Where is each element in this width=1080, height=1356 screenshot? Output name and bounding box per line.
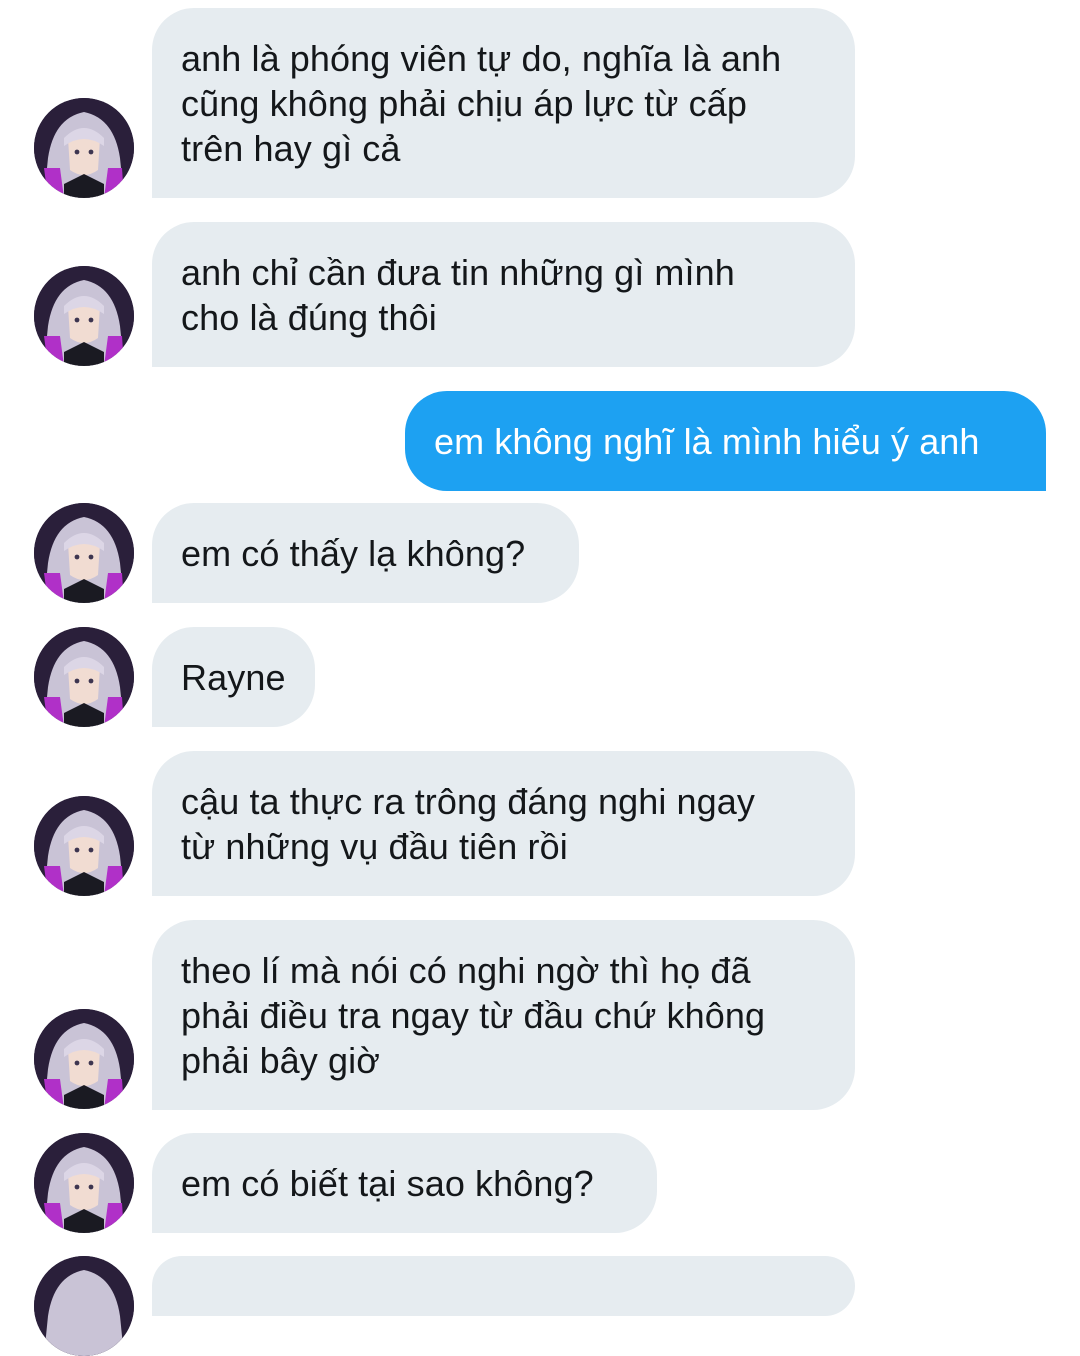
- message-bubble-incoming[interactable]: anh chỉ cần đưa tin những gì mình cho là…: [152, 222, 855, 367]
- avatar[interactable]: [34, 1133, 134, 1233]
- avatar-partial[interactable]: [34, 1256, 134, 1356]
- message-bubble-incoming[interactable]: Rayne: [152, 627, 315, 727]
- message-bubble-outgoing[interactable]: em không nghĩ là mình hiểu ý anh: [405, 391, 1046, 491]
- avatar[interactable]: [34, 796, 134, 896]
- avatar-image: [34, 1256, 134, 1356]
- avatar-image: [34, 266, 134, 366]
- message-bubble-incoming[interactable]: em có biết tại sao không?: [152, 1133, 657, 1233]
- avatar-image: [34, 1133, 134, 1233]
- avatar[interactable]: [34, 503, 134, 603]
- message-bubble-incoming[interactable]: em có thấy lạ không?: [152, 503, 579, 603]
- message-bubble-incoming[interactable]: anh là phóng viên tự do, nghĩa là anh cũ…: [152, 8, 855, 198]
- message-bubble-incoming[interactable]: cậu ta thực ra trông đáng nghi ngay từ n…: [152, 751, 855, 896]
- avatar-image: [34, 796, 134, 896]
- message-bubble-incoming[interactable]: theo lí mà nói có nghi ngờ thì họ đã phả…: [152, 920, 855, 1110]
- avatar[interactable]: [34, 1009, 134, 1109]
- avatar[interactable]: [34, 266, 134, 366]
- avatar[interactable]: [34, 98, 134, 198]
- avatar[interactable]: [34, 627, 134, 727]
- avatar-image: [34, 503, 134, 603]
- avatar-image: [34, 627, 134, 727]
- avatar-image: [34, 98, 134, 198]
- message-thread: anh là phóng viên tự do, nghĩa là anh cũ…: [0, 0, 1080, 1356]
- message-bubble-incoming-partial[interactable]: [152, 1256, 855, 1316]
- avatar-image: [34, 1009, 134, 1109]
